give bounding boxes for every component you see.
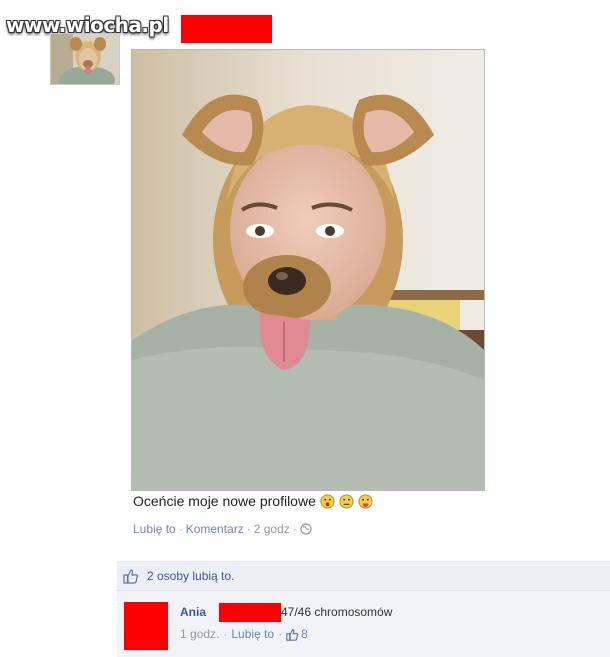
separator-dot: · [246,522,251,536]
globe-icon[interactable] [300,523,312,535]
caption-text: Oceńcie moje nowe profilowe [133,493,316,509]
likes-count-link[interactable]: 2 osoby lubią to. [147,569,234,583]
photo-image [132,50,484,490]
tongue-face-icon [358,493,373,509]
comment-like-link[interactable]: Lubię to [231,627,274,641]
comment-meta: 1 godz. · Lubię to · 8 [180,627,308,641]
thumbs-up-icon [286,628,299,641]
likes-summary: 2 osoby lubią to. [117,561,610,590]
comment-author-name[interactable]: Ania [180,605,206,619]
separator-dot: · [278,627,283,641]
separator-dot: · [292,522,297,536]
comment-item: Ania 47/46 chromosomów 1 godz. · Lubię t… [117,590,610,657]
post-photo[interactable] [131,49,485,491]
comment-link[interactable]: Komentarz [186,522,244,536]
neutral-face-icon [339,493,354,509]
separator-dot: · [178,522,183,536]
post-caption: Oceńcie moje nowe profilowe [133,493,373,509]
comment-author-avatar[interactable] [124,602,168,650]
comment-text: 47/46 chromosomów [281,605,393,619]
surprised-face-icon [320,493,335,509]
comment-timestamp[interactable]: 1 godz. [180,627,219,641]
comment-like-count[interactable]: 8 [301,627,308,641]
avatar-image [51,34,119,84]
post-actions: Lubię to · Komentarz · 2 godz · [133,522,312,536]
redacted-comment-text [219,603,281,622]
redacted-author-name [181,15,272,43]
post-timestamp[interactable]: 2 godz [254,522,290,536]
thumbs-up-icon [123,569,139,584]
separator-dot: · [223,627,228,641]
poster-avatar[interactable] [50,33,120,85]
like-link[interactable]: Lubię to [133,522,176,536]
